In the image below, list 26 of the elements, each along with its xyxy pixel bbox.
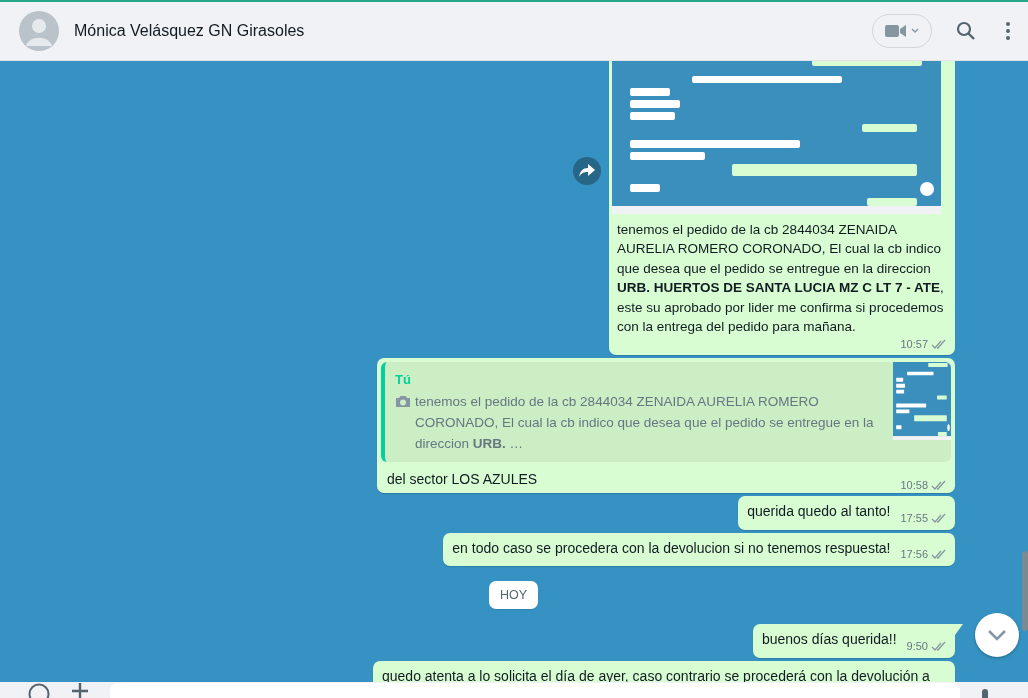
camera-icon bbox=[395, 394, 411, 408]
message-text: buenos días querida!! bbox=[761, 630, 897, 650]
quote-author: Tú bbox=[395, 370, 412, 389]
quoted-message[interactable]: Tú tenemos el pedido de la cb 2844034 ZENAIDA AURELIA ROMERO CORONADO, El cual la cb indico que desea que el pedido se entregue en la direccion URB. … bbox=[381, 361, 951, 462]
message-time: 17:55 bbox=[900, 510, 928, 526]
date-chip: HOY bbox=[488, 581, 539, 610]
menu-icon[interactable] bbox=[1006, 21, 1010, 40]
message-text: en todo caso se procedera con la devolucion si no tenemos respuesta! bbox=[452, 538, 891, 558]
forward-arrow-icon bbox=[579, 164, 595, 178]
message-time: 10:58 bbox=[900, 478, 928, 494]
video-camera-icon bbox=[885, 23, 907, 38]
contact-name: Mónica Velásquez GN Girasoles bbox=[74, 21, 306, 40]
message-time: 10:57 bbox=[900, 336, 928, 352]
message-text: tenemos el pedido de la cb 2844034 ZENAIDA AURELIA ROMERO CORONADO, El cual la cb indico que desea que el pedido se entregue en la direccion URB. HUERTOS DE SANTA LUCIA MZ C LT 7 - ATE, este su aprobado por lider me confirma si procedemos con la entrega del pedido para mañana. bbox=[616, 220, 945, 337]
plus-icon[interactable] bbox=[72, 683, 88, 698]
quote-text: tenemos el pedido de la cb 2844034 ZENAIDA AURELIA ROMERO CORONADO, El cual la cb indico que desea que el pedido se entregue en la direccion URB. … bbox=[415, 392, 875, 453]
message-time: 17:56 bbox=[900, 547, 928, 563]
chevron-down-icon bbox=[987, 628, 1007, 641]
forward-button[interactable] bbox=[573, 156, 601, 185]
message-time: 9:50 bbox=[906, 638, 928, 654]
scrollbar-thumb[interactable] bbox=[1022, 550, 1028, 631]
message-text: querida quedo al tanto! bbox=[747, 502, 891, 522]
message-text: del sector LOS AZULES bbox=[387, 469, 538, 489]
caret-icon bbox=[911, 27, 919, 34]
search-icon[interactable] bbox=[956, 20, 976, 41]
scroll-down-button[interactable] bbox=[975, 612, 1019, 657]
